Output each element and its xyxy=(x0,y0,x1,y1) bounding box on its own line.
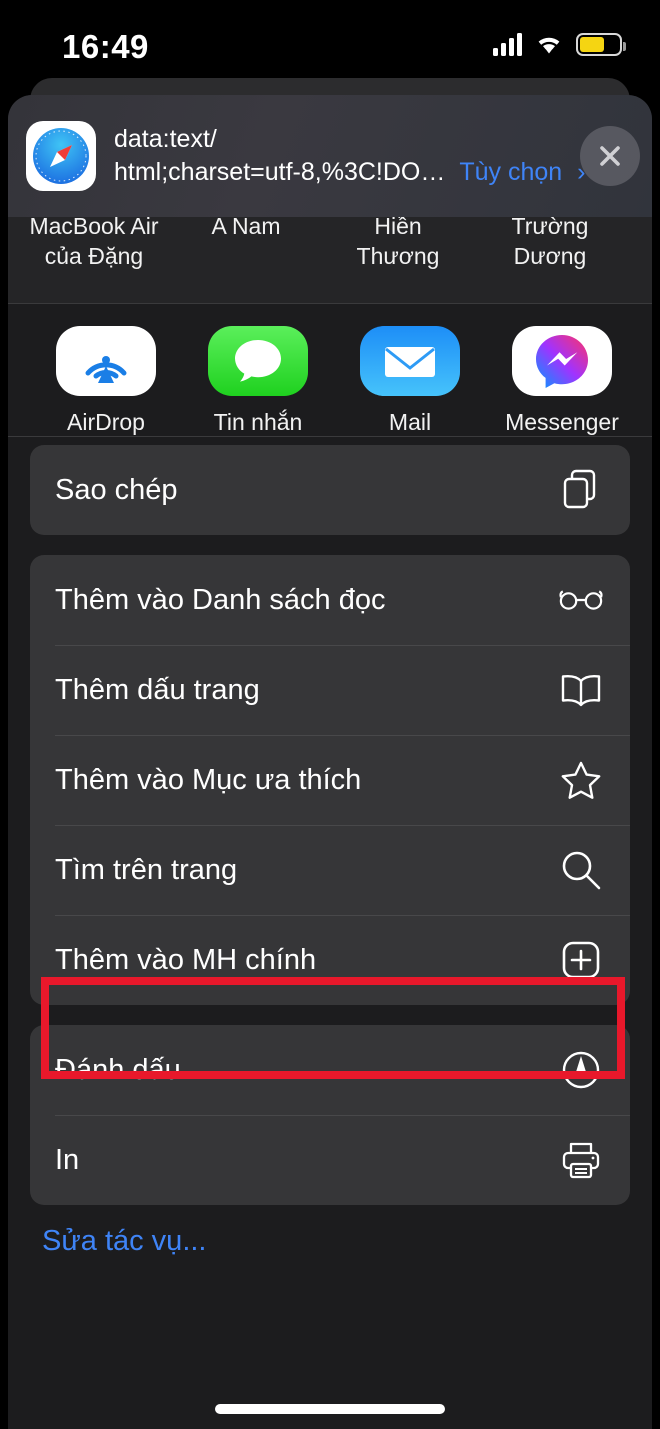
options-label: Tùy chọn xyxy=(459,158,563,186)
contact-name-line2: Thương xyxy=(356,243,440,269)
status-bar-time: 16:49 xyxy=(62,28,149,65)
contact-name-line2: của Đặng xyxy=(44,243,144,269)
action-row-find-on-page[interactable]: Tìm trên trang xyxy=(30,825,630,915)
printer-icon xyxy=(558,1137,604,1183)
apps-row[interactable]: AirDrop Tin nhắn Mail Messenger xyxy=(8,304,652,436)
action-label: Đánh dấu xyxy=(55,1053,181,1086)
divider xyxy=(8,303,652,304)
magnifier-icon xyxy=(558,847,604,893)
share-sheet: MacBook Air của Đặng A Nam Hiền Thương T… xyxy=(8,95,652,1429)
action-group: Thêm vào Danh sách đọc Thêm dấu trang Th… xyxy=(30,555,630,1005)
share-header: data:text/ html;charset=utf-8,%3C!DO… Tù… xyxy=(8,95,652,217)
action-row-bookmark[interactable]: Thêm dấu trang xyxy=(30,645,630,735)
app-item-mail[interactable]: Mail xyxy=(334,326,486,436)
action-row-print[interactable]: In xyxy=(30,1115,630,1205)
share-title-line1: data:text/ xyxy=(114,125,217,153)
glasses-icon xyxy=(558,577,604,623)
action-groups: Sao chép Thêm vào Danh sách đọc Thêm dấu… xyxy=(8,445,652,1258)
copy-icon xyxy=(558,467,604,513)
close-button[interactable] xyxy=(580,126,640,186)
share-title-line2: html;charset=utf-8,%3C!DO… xyxy=(114,158,446,186)
action-row-add-to-home-screen[interactable]: Thêm vào MH chính xyxy=(30,915,630,1005)
action-label: Tìm trên trang xyxy=(55,853,238,886)
battery-icon xyxy=(576,32,626,56)
mail-icon xyxy=(360,326,460,396)
messenger-icon xyxy=(512,326,612,396)
action-label: Sao chép xyxy=(55,473,178,506)
action-label: In xyxy=(55,1143,80,1176)
action-group: Đánh dấu In xyxy=(30,1025,630,1205)
plus-square-icon xyxy=(558,937,604,983)
contact-name-line2: Dương xyxy=(513,243,587,269)
star-icon xyxy=(558,757,604,803)
action-group: Sao chép xyxy=(30,445,630,535)
app-label: Mail xyxy=(388,409,432,435)
signal-bars-icon xyxy=(493,32,522,56)
action-row-copy[interactable]: Sao chép xyxy=(30,445,630,535)
app-item-messenger[interactable]: Messenger xyxy=(486,326,638,436)
action-label: Thêm vào Mục ưa thích xyxy=(55,763,362,796)
action-label: Thêm dấu trang xyxy=(55,673,260,706)
status-bar-indicators xyxy=(493,32,626,56)
home-indicator xyxy=(215,1404,445,1414)
action-row-markup[interactable]: Đánh dấu xyxy=(30,1025,630,1115)
edit-actions-button[interactable]: Sửa tác vụ... xyxy=(42,1225,630,1258)
status-bar: 16:49 xyxy=(0,0,660,92)
app-label: AirDrop xyxy=(67,409,145,435)
app-item-facebook[interactable]: Fa xyxy=(638,326,652,436)
safari-icon xyxy=(26,121,96,191)
share-header-text: data:text/ html;charset=utf-8,%3C!DO… Tù… xyxy=(114,123,586,189)
app-item-messages[interactable]: Tin nhắn xyxy=(182,326,334,436)
app-label: Tin nhắn xyxy=(213,409,303,435)
action-row-favorites[interactable]: Thêm vào Mục ưa thích xyxy=(30,735,630,825)
airdrop-icon xyxy=(56,326,156,396)
app-item-airdrop[interactable]: AirDrop xyxy=(30,326,182,436)
app-label: Messenger xyxy=(505,409,619,435)
markup-pen-icon xyxy=(558,1047,604,1093)
divider xyxy=(8,436,652,437)
messages-icon xyxy=(208,326,308,396)
action-label: Thêm vào Danh sách đọc xyxy=(55,583,386,616)
options-button[interactable]: Tùy chọn › xyxy=(459,158,585,187)
wifi-icon xyxy=(534,33,564,55)
action-row-reading-list[interactable]: Thêm vào Danh sách đọc xyxy=(30,555,630,645)
action-label: Thêm vào MH chính xyxy=(55,943,317,976)
book-icon xyxy=(558,667,604,713)
